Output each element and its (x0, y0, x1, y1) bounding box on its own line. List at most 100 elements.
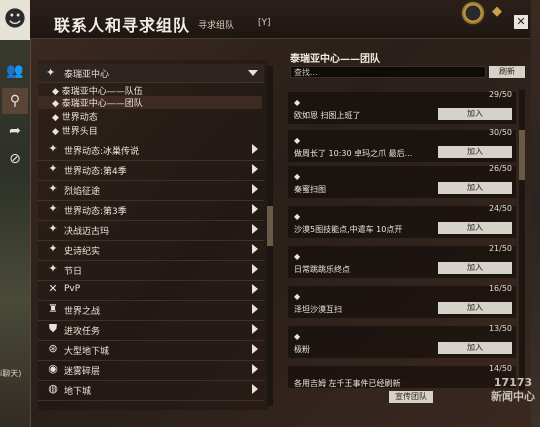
nav-subitem-world-events[interactable]: ◆ 世界动态 (52, 110, 98, 123)
nav-group-strikes[interactable]: ⛊ 进攻任务 (38, 320, 264, 341)
member-count: 16/50 (488, 284, 512, 293)
listing-card: 14/50 各用吉姆 左千王事件已经刷新 (288, 364, 516, 388)
refresh-button[interactable]: 刷新 (489, 66, 525, 78)
nav-group-epic[interactable]: ✦ 史诗纪实 (38, 240, 264, 261)
nav-group-flame[interactable]: ✦ 烈焰征途 (38, 180, 264, 201)
chevron-right-icon (252, 384, 258, 394)
diamond-icon: ◆ (294, 212, 301, 221)
listing-desc: 日常跳跳乐终点 (294, 265, 350, 274)
nav-group-label: 世界动态:第4季 (64, 167, 127, 177)
nav-group-season3[interactable]: ✦ 世界动态:第3季 (38, 200, 264, 221)
nav-group-dungeons[interactable]: ◍ 地下城 (38, 380, 264, 401)
join-button[interactable]: 加入 (438, 302, 512, 314)
nav-group-fractals[interactable]: ◉ 迷雾碎层 (38, 360, 264, 381)
listing-scrollbar[interactable] (519, 90, 525, 390)
nav-group-label: 世界动态:冰巢传说 (64, 147, 140, 157)
diamond-icon: ◆ (52, 113, 62, 123)
star-icon: ✦ (48, 142, 58, 155)
member-count: 13/50 (488, 324, 512, 333)
chevron-right-icon (252, 344, 258, 354)
chevron-right-icon (252, 144, 258, 154)
diamond-icon: ◆ (294, 136, 301, 145)
lfg-tab-icon[interactable]: ⚲ (2, 88, 28, 114)
listing-desc: 各用吉姆 左千王事件已经刷新 (294, 379, 401, 388)
chevron-right-icon (252, 264, 258, 274)
nav-group-label: 大型地下城 (64, 347, 110, 357)
compass-icon[interactable] (460, 0, 486, 26)
nav-group-label: 地下城 (64, 387, 92, 397)
listing-desc: 秦蜜扫图 (294, 185, 326, 194)
nav-group-label: PvP (64, 284, 81, 294)
diamond-icon: ◆ (294, 292, 301, 301)
member-count: 29/50 (488, 90, 512, 99)
diamond-icon: ◆ (294, 332, 301, 341)
star-icon: ✦ (48, 162, 58, 175)
star-icon: ✦ (48, 182, 58, 195)
star-icon: ✦ (48, 222, 58, 235)
nav-group-header-central[interactable]: ✦ 泰瑞亚中心 (38, 64, 264, 83)
chevron-down-icon[interactable] (248, 70, 258, 76)
shield-icon: ⛊ (48, 322, 58, 335)
tab-lfg-label[interactable]: 寻求组队 (198, 18, 234, 31)
post-squad-button[interactable]: 宣传团队 (389, 391, 433, 403)
nav-group-festival[interactable]: ✦ 节日 (38, 260, 264, 281)
nav-group-pvp[interactable]: ✕ PvP (38, 280, 264, 301)
join-button[interactable]: 加入 (438, 342, 512, 354)
nav-group-maguuma[interactable]: ✦ 决战迈古玛 (38, 220, 264, 241)
chevron-right-icon (252, 204, 258, 214)
listing-card: ◆ 26/50 秦蜜扫图 加入 (288, 164, 516, 198)
contacts-avatar-icon: ☻ (0, 0, 30, 40)
join-button[interactable]: 加入 (438, 262, 512, 274)
close-button[interactable]: ✕ (514, 15, 528, 29)
listing-desc: 欧如恩 扫图上班了 (294, 111, 361, 120)
star-icon: ✦ (48, 202, 58, 215)
nav-group-label: 迷雾碎层 (64, 367, 101, 377)
diamond-icon: ◆ (294, 172, 301, 181)
join-button[interactable]: 加入 (438, 146, 512, 158)
detail-title: 泰瑞亚中心——团队 (290, 54, 380, 65)
nav-group-raids[interactable]: ⊛ 大型地下城 (38, 340, 264, 361)
join-button[interactable]: 加入 (438, 182, 512, 194)
nav-group-label: 世界动态:第3季 (64, 207, 127, 217)
member-count: 30/50 (488, 128, 512, 137)
chevron-right-icon (252, 364, 258, 374)
chevron-right-icon (252, 284, 258, 294)
party-tab-icon[interactable]: ➦ (2, 118, 28, 144)
diamond-icon: ◆ (294, 98, 301, 107)
nav-group-label: 烈焰征途 (64, 187, 101, 197)
join-button[interactable]: 加入 (438, 108, 512, 120)
site-watermark: 17173 新闻中心 (486, 376, 540, 426)
nav-subitem-label: 世界头目 (61, 127, 98, 137)
diamond-icon: ◆ (52, 127, 62, 137)
dungeon-icon: ⊛ (48, 342, 58, 355)
contacts-tab-icon[interactable]: 👥 (2, 58, 28, 84)
scrollbar-thumb[interactable] (267, 206, 273, 246)
nav-subitem-label: 泰瑞亚中心——团队 (61, 99, 143, 109)
window-title: 联系人和寻求组队 (54, 16, 191, 35)
block-tab-icon[interactable]: ⊘ (2, 146, 28, 172)
fractal-icon: ◉ (48, 362, 58, 375)
nav-group-season4[interactable]: ✦ 世界动态:第4季 (38, 160, 264, 181)
listing-card: ◆ 13/50 极粉 加入 (288, 324, 516, 358)
chevron-right-icon (252, 304, 258, 314)
search-input[interactable]: 查找... (290, 66, 486, 78)
diamond-icon: ◆ (52, 99, 62, 109)
chevron-right-icon (252, 164, 258, 174)
castle-icon: ♜ (48, 302, 58, 315)
category-scrollbar[interactable] (267, 66, 273, 406)
nav-subitem-label: 世界动态 (61, 113, 98, 123)
nav-group-icebrood[interactable]: ✦ 世界动态:冰巢传说 (38, 140, 264, 161)
listing-desc: 做周长了 10:30 卓玛之爪 最后... (294, 149, 413, 158)
scrollbar-thumb[interactable] (519, 130, 525, 180)
member-count: 14/50 (488, 364, 512, 373)
nav-group-label: 节日 (64, 267, 83, 277)
nav-subitem-squad[interactable]: ◆ 泰瑞亚中心——团队 (38, 96, 262, 109)
nav-subitem-world-bosses[interactable]: ◆ 世界头目 (52, 124, 98, 137)
listing-card: ◆ 24/50 沙漠5图技能点,中遣车 10点开 加入 (288, 204, 516, 238)
bell-icon[interactable]: ◆ (492, 4, 506, 22)
join-button[interactable]: 加入 (438, 222, 512, 234)
listing-card: ◆ 29/50 欧如恩 扫图上班了 加入 (288, 90, 516, 124)
nav-group-wvw[interactable]: ♜ 世界之战 (38, 300, 264, 321)
listing-desc: 沙漠5图技能点,中遣车 10点开 (294, 225, 403, 234)
swords-icon: ✕ (48, 282, 58, 295)
